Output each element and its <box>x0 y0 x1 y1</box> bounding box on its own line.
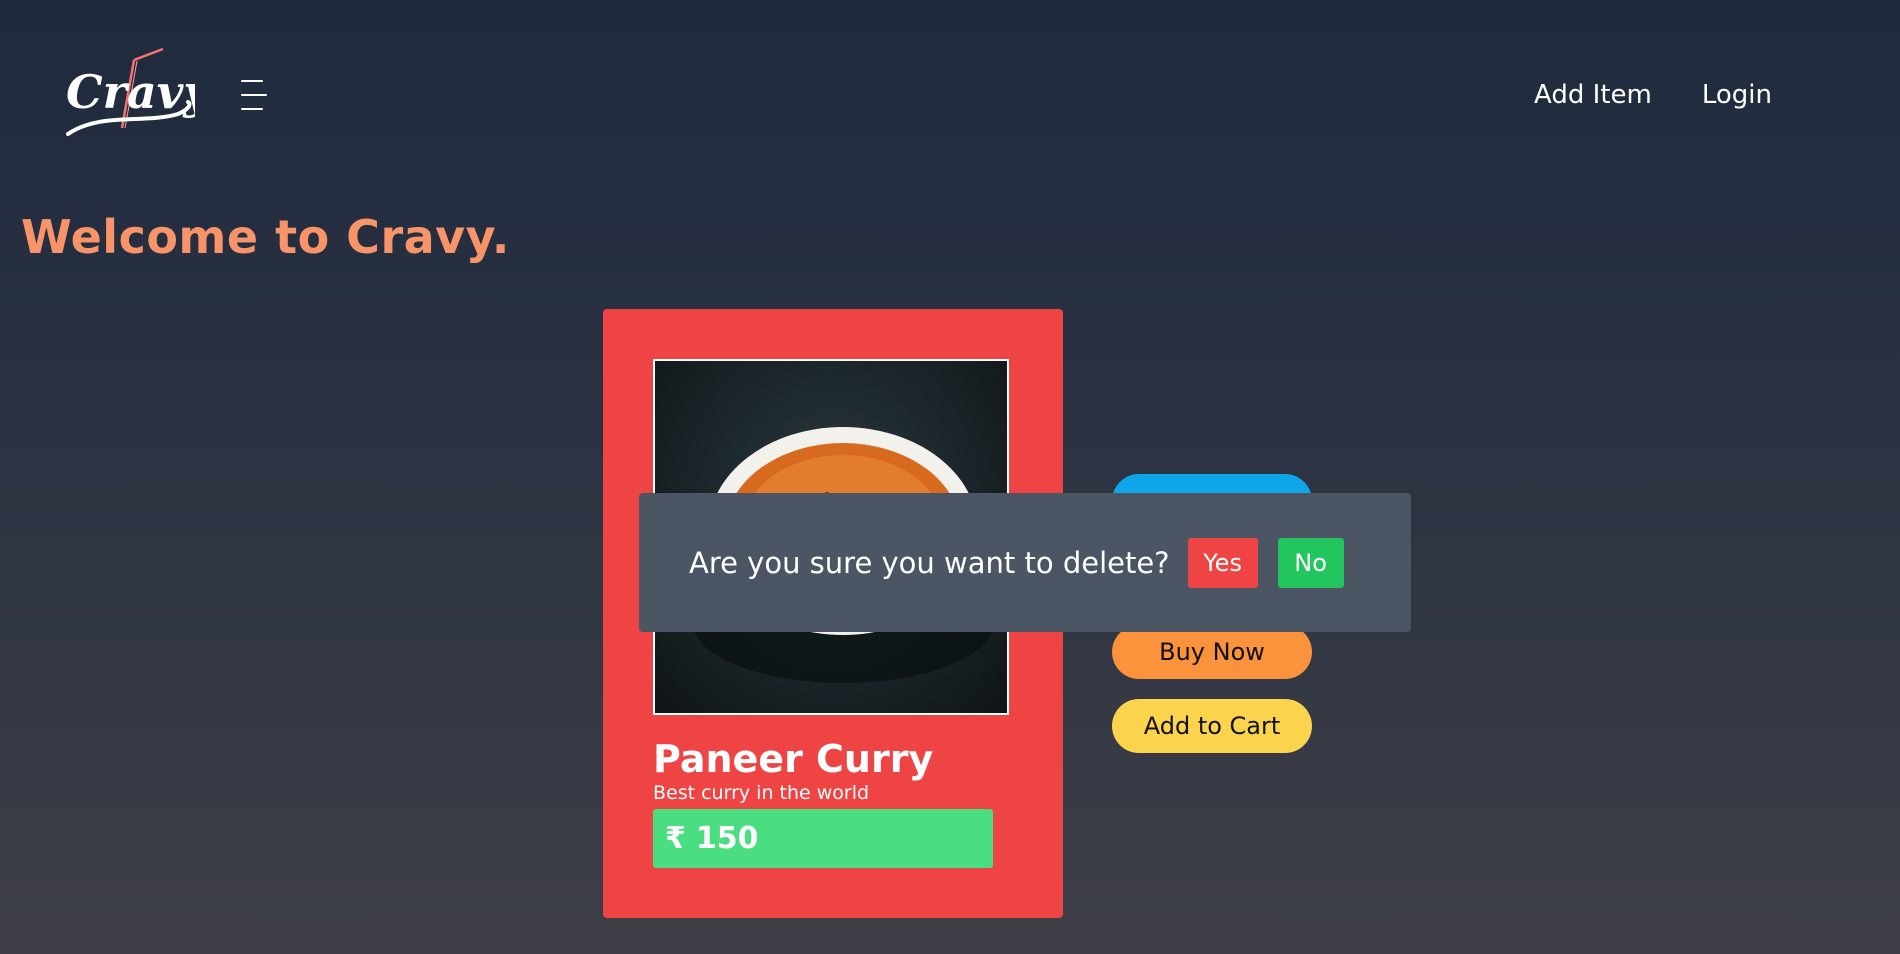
add-to-cart-button[interactable]: Add to Cart <box>1112 699 1312 753</box>
svg-text:Cravy: Cravy <box>66 65 195 119</box>
dialog-yes-button[interactable]: Yes <box>1187 537 1258 588</box>
navbar: Cravy Add Item Login <box>0 0 1900 195</box>
nav-links: Add Item Login <box>1534 80 1772 110</box>
rupee-icon: ₹ <box>665 821 686 856</box>
nav-login-link[interactable]: Login <box>1702 80 1772 110</box>
dialog-no-button[interactable]: No <box>1277 537 1344 588</box>
nav-add-item-link[interactable]: Add Item <box>1534 80 1652 110</box>
cravy-logo[interactable]: Cravy <box>60 44 213 144</box>
price-value: 150 <box>695 821 759 856</box>
price-badge: ₹ 150 <box>653 809 993 868</box>
product-title: Paneer Curry <box>653 737 934 781</box>
hamburger-menu-icon[interactable] <box>241 78 269 116</box>
logo-icon: Cravy <box>66 47 213 136</box>
product-description: Best curry in the world <box>653 782 870 804</box>
buy-now-button[interactable]: Buy Now <box>1112 625 1312 679</box>
welcome-heading: Welcome to Cravy. <box>21 210 510 264</box>
dialog-message: Are you sure you want to delete? <box>689 545 1170 580</box>
delete-confirm-dialog: Are you sure you want to delete? Yes No <box>639 493 1411 632</box>
